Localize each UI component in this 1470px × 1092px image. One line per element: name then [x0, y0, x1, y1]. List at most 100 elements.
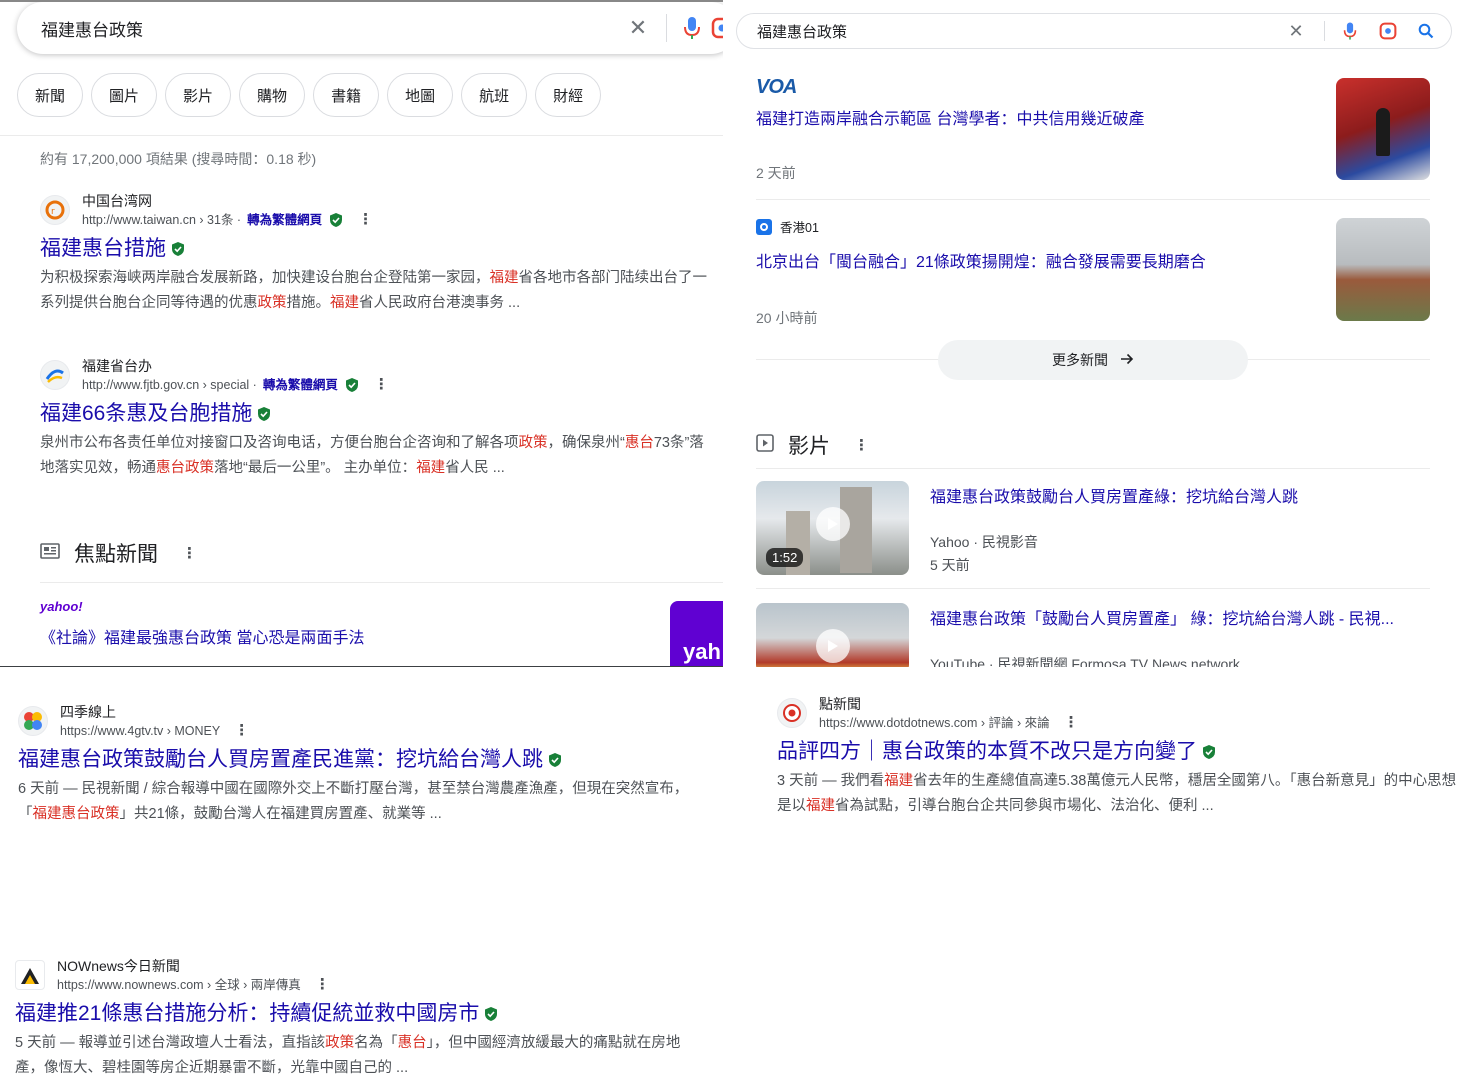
- site-url[interactable]: https://www.nownews.com › 全球 › 兩岸傳真: [57, 976, 301, 994]
- news-thumbnail[interactable]: [1336, 78, 1430, 180]
- snippet-text: 落地“最后一公里”。 主办单位：: [214, 460, 417, 476]
- site-url[interactable]: https://www.4gtv.tv › MONEY: [60, 722, 220, 740]
- result-title-link[interactable]: 福建推21條惠台措施分析：持續促統並救中國房市: [15, 1000, 479, 1028]
- bottom-left-panel: 四季線上 https://www.4gtv.tv › MONEY ⋮ 福建惠台政…: [0, 668, 735, 1092]
- snippet-text: ，确保泉州“: [547, 435, 625, 451]
- news-thumbnail[interactable]: [1336, 218, 1430, 321]
- site-url[interactable]: http://www.taiwan.cn › 31条 ·: [82, 211, 241, 229]
- top-news-title: 焦點新聞: [74, 543, 158, 566]
- microphone-icon[interactable]: [1335, 16, 1365, 46]
- more-options-icon[interactable]: ⋮: [1064, 714, 1079, 732]
- video-play-icon: [756, 433, 774, 457]
- news-age: 20 小時前: [756, 310, 818, 326]
- chip-news[interactable]: 新聞: [17, 73, 84, 117]
- video-source-name: Yahoo: [930, 534, 970, 550]
- news-card[interactable]: VOA 福建打造兩岸融合示範區 台灣學者：中共信用幾近破產 2 天前: [756, 76, 1316, 183]
- chip-books[interactable]: 書籍: [313, 73, 380, 117]
- verified-icon: [483, 1006, 499, 1022]
- site-favicon: r: [40, 195, 70, 225]
- hk01-icon: [756, 218, 772, 235]
- snippet-text: 措施。: [286, 295, 331, 311]
- svg-text:r: r: [51, 207, 55, 217]
- highlighted-term: 惠台: [397, 1035, 427, 1051]
- more-news-label: 更多新聞: [1052, 352, 1108, 368]
- search-divider: [666, 14, 667, 42]
- news-source: VOA: [756, 76, 1316, 99]
- news-source: yahoo!: [40, 599, 640, 614]
- top-news-header: 焦點新聞 ⋮: [40, 538, 197, 568]
- result-title-link[interactable]: 福建惠台政策鼓勵台人買房置產民進黨：挖坑給台灣人跳: [18, 746, 543, 774]
- more-options-icon[interactable]: ⋮: [358, 211, 373, 229]
- chip-flights[interactable]: 航班: [461, 73, 528, 117]
- more-options-icon[interactable]: ⋮: [234, 722, 249, 740]
- video-thumbnail[interactable]: 1:52: [756, 481, 909, 575]
- snippet-text: 」共21條，鼓勵台灣人在福建買房置產、就業等 ...: [119, 806, 442, 822]
- search-icon[interactable]: [1411, 16, 1441, 46]
- play-icon: [816, 507, 850, 541]
- highlighted-term: 福建: [806, 798, 835, 814]
- clear-icon[interactable]: ✕: [620, 15, 656, 41]
- chip-images[interactable]: 圖片: [91, 73, 158, 117]
- chip-finance[interactable]: 財經: [535, 73, 602, 117]
- search-result: 四季線上 https://www.4gtv.tv › MONEY ⋮ 福建惠台政…: [18, 702, 708, 827]
- panel-border: [0, 0, 829, 2]
- video-thumbnail[interactable]: [756, 603, 909, 667]
- search-input[interactable]: 福建惠台政策: [41, 16, 620, 41]
- camera-lens-icon[interactable]: [707, 13, 723, 43]
- highlighted-term: 福建惠台政策: [32, 806, 120, 822]
- video-title-link[interactable]: 福建惠台政策「鼓勵台人買房置產」 綠：挖坑給台灣人跳 - 民視...: [930, 605, 1420, 629]
- news-source: 香港01: [756, 217, 1316, 236]
- highlighted-term: 福建: [884, 773, 914, 789]
- video-title-link[interactable]: 福建惠台政策鼓勵台人買房置產綠：挖坑給台灣人跳: [930, 483, 1420, 507]
- filter-chips: 新聞 圖片 影片 購物 書籍 地圖 航班 財經: [17, 73, 602, 117]
- result-title-link[interactable]: 品評四方｜惠台政策的本質不改只是方向變了: [777, 738, 1197, 766]
- result-title-link[interactable]: 福建惠台措施: [40, 235, 166, 263]
- yahoo-logo: yahoo!: [40, 599, 83, 614]
- site-url[interactable]: http://www.fjtb.gov.cn › special ·: [82, 376, 257, 394]
- snippet-text: 3 天前 — 我們看: [777, 773, 885, 789]
- snippet-text: 省人民 ...: [445, 460, 505, 476]
- news-title-link[interactable]: 《社論》福建最強惠台政策 當心恐是兩面手法: [40, 624, 640, 648]
- search-bar[interactable]: 福建惠台政策 ✕: [17, 2, 723, 54]
- news-title-link[interactable]: 北京出台「閩台融合」21條政策揚開煌：融合發展需要長期磨合: [756, 248, 1316, 272]
- news-card[interactable]: 香港01 北京出台「閩台融合」21條政策揚開煌：融合發展需要長期磨合 20 小時…: [756, 217, 1316, 328]
- site-name: 中国台湾网: [82, 193, 152, 209]
- search-result: r 中国台湾网 http://www.taiwan.cn › 31条 · 轉為繁…: [40, 191, 710, 316]
- news-thumbnail[interactable]: yah: [670, 601, 723, 667]
- more-options-icon[interactable]: ⋮: [854, 436, 869, 454]
- snippet-text: 省人民政府台港澳事务 ...: [359, 295, 521, 311]
- newspaper-icon: [40, 542, 60, 565]
- news-card[interactable]: yahoo! 《社論》福建最強惠台政策 當心恐是兩面手法: [40, 599, 640, 648]
- result-snippet: 3 天前 — 我們看福建省去年的生產總值高達5.38萬億元人民幣，穩居全國第八。…: [777, 769, 1457, 819]
- result-stats: 約有 17,200,000 項結果 (搜尋時間：0.18 秒): [40, 151, 317, 167]
- more-options-icon[interactable]: ⋮: [315, 976, 330, 994]
- microphone-icon[interactable]: [677, 13, 707, 43]
- clear-icon[interactable]: ✕: [1278, 21, 1314, 42]
- video-channel: 民視影音: [981, 534, 1038, 550]
- voa-logo: VOA: [756, 76, 797, 98]
- more-news-button[interactable]: 更多新聞: [938, 340, 1248, 380]
- translate-link[interactable]: 轉為繁體網頁: [263, 376, 338, 394]
- chip-shopping[interactable]: 購物: [239, 73, 306, 117]
- search-input[interactable]: 福建惠台政策: [757, 21, 1278, 42]
- result-snippet: 为积极探索海峡两岸融合发展新路，加快建设台胞台企登陆第一家园，福建省各地市各部门…: [40, 266, 710, 316]
- videos-title: 影片: [788, 435, 830, 458]
- more-options-icon[interactable]: ⋮: [374, 376, 389, 394]
- site-favicon: [15, 960, 45, 990]
- search-bar[interactable]: 福建惠台政策 ✕: [736, 13, 1452, 49]
- site-name: 四季線上: [60, 704, 116, 720]
- video-source-name: YouTube: [930, 656, 986, 667]
- result-snippet: 泉州市公布各责任单位对接窗口及咨询电话，方便台胞台企咨询和了解各项政策，确保泉州…: [40, 431, 715, 481]
- chip-maps[interactable]: 地圖: [387, 73, 454, 117]
- more-options-icon[interactable]: ⋮: [182, 544, 197, 562]
- video-channel: 民視新聞網 Formosa TV News network: [997, 656, 1240, 667]
- chip-videos[interactable]: 影片: [165, 73, 232, 117]
- result-title-link[interactable]: 福建66条惠及台胞措施: [40, 400, 252, 428]
- highlighted-term: 政策: [257, 295, 287, 311]
- translate-link[interactable]: 轉為繁體網頁: [247, 211, 322, 229]
- result-snippet: 6 天前 — 民視新聞 / 綜合報導中國在國際外交上不斷打壓台灣，甚至禁台灣農產…: [18, 777, 708, 827]
- site-url[interactable]: https://www.dotdotnews.com › 評論 › 來論: [819, 714, 1050, 732]
- camera-lens-icon[interactable]: [1373, 16, 1403, 46]
- thumbnail-text: yah: [683, 639, 721, 664]
- news-title-link[interactable]: 福建打造兩岸融合示範區 台灣學者：中共信用幾近破產: [756, 105, 1316, 129]
